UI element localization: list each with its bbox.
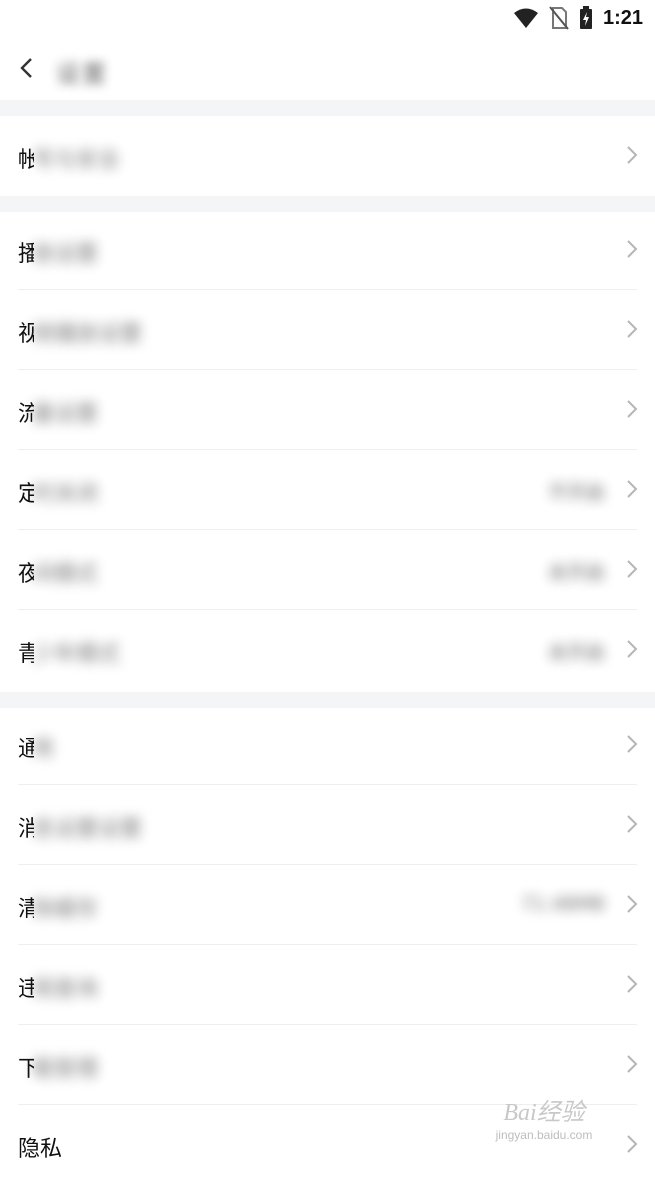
settings-row-violation-query[interactable]: 违 规查询 <box>0 945 655 1025</box>
settings-row-downloads[interactable]: 下 载管理 <box>0 1025 655 1105</box>
chevron-right-icon <box>627 735 638 753</box>
wifi-icon <box>513 8 538 28</box>
page-title: 设置 <box>56 60 108 88</box>
chevron-right-icon <box>627 640 638 658</box>
row-label-rest: 载管理 <box>32 1057 99 1082</box>
row-label: 隐私 <box>18 1137 63 1162</box>
section-divider <box>0 100 655 116</box>
watermark: Bai经验 jingyan.baidu.com <box>469 1101 619 1151</box>
watermark-url: jingyan.baidu.com <box>495 1128 593 1142</box>
status-time: 1:21 <box>602 6 643 29</box>
row-label-rest: 除缓存 <box>32 897 99 922</box>
chevron-right-icon <box>627 560 638 578</box>
chevron-right-icon <box>627 480 638 498</box>
back-chevron-icon[interactable] <box>16 54 38 82</box>
row-value: 71.48MB <box>521 893 605 915</box>
chevron-right-icon <box>627 815 638 833</box>
settings-row-clear-cache[interactable]: 清 除缓存 71.48MB <box>0 865 655 945</box>
settings-row-notifications[interactable]: 消 息设置设置 <box>0 785 655 865</box>
row-label-rest: 少年模式 <box>32 642 121 667</box>
settings-row-video-playback[interactable]: 视 频播放设置 <box>0 290 655 370</box>
settings-row-general[interactable]: 通 用 <box>0 705 655 785</box>
row-label-rest: 规查询 <box>32 977 99 1002</box>
settings-row-night-mode[interactable]: 夜 间模式 未开启 <box>0 530 655 610</box>
row-label-rest: 量设置 <box>32 402 99 427</box>
chevron-right-icon <box>627 400 638 418</box>
row-label-rest: 时关闭 <box>32 482 99 507</box>
row-value: 不开启 <box>547 482 605 504</box>
chevron-right-icon <box>627 320 638 338</box>
chevron-right-icon <box>627 1055 638 1073</box>
chevron-right-icon <box>627 1135 638 1153</box>
chevron-right-icon <box>627 146 638 164</box>
battery-charging-icon <box>579 6 592 29</box>
settings-row-account-security[interactable]: 帐 号与安全 <box>0 116 655 196</box>
row-value: 未开启 <box>547 642 605 664</box>
settings-row-sleep-timer[interactable]: 定 时关闭 不开启 <box>0 450 655 530</box>
row-label-rest: 放设置 <box>32 242 99 267</box>
row-label-rest: 频播放设置 <box>32 322 143 347</box>
settings-row-data-usage[interactable]: 流 量设置 <box>0 370 655 450</box>
row-label-rest: 用 <box>32 737 55 762</box>
row-label-rest: 息设置设置 <box>32 817 143 842</box>
chevron-right-icon <box>627 895 638 913</box>
watermark-brand: Bai经验 <box>503 1100 585 1126</box>
chevron-right-icon <box>627 975 638 993</box>
title-bar: 设置 <box>0 36 655 100</box>
settings-row-teen-mode[interactable]: 青 少年模式 未开启 <box>0 610 655 690</box>
settings-row-playback[interactable]: 播 放设置 <box>0 210 655 290</box>
row-label-rest: 间模式 <box>32 562 99 587</box>
status-icons: 1:21 <box>513 4 643 32</box>
row-value: 未开启 <box>547 562 605 584</box>
chevron-right-icon <box>627 240 638 258</box>
row-label-rest: 号与安全 <box>32 148 121 173</box>
status-bar: 1:21 <box>0 0 655 36</box>
no-sim-icon <box>549 6 569 30</box>
